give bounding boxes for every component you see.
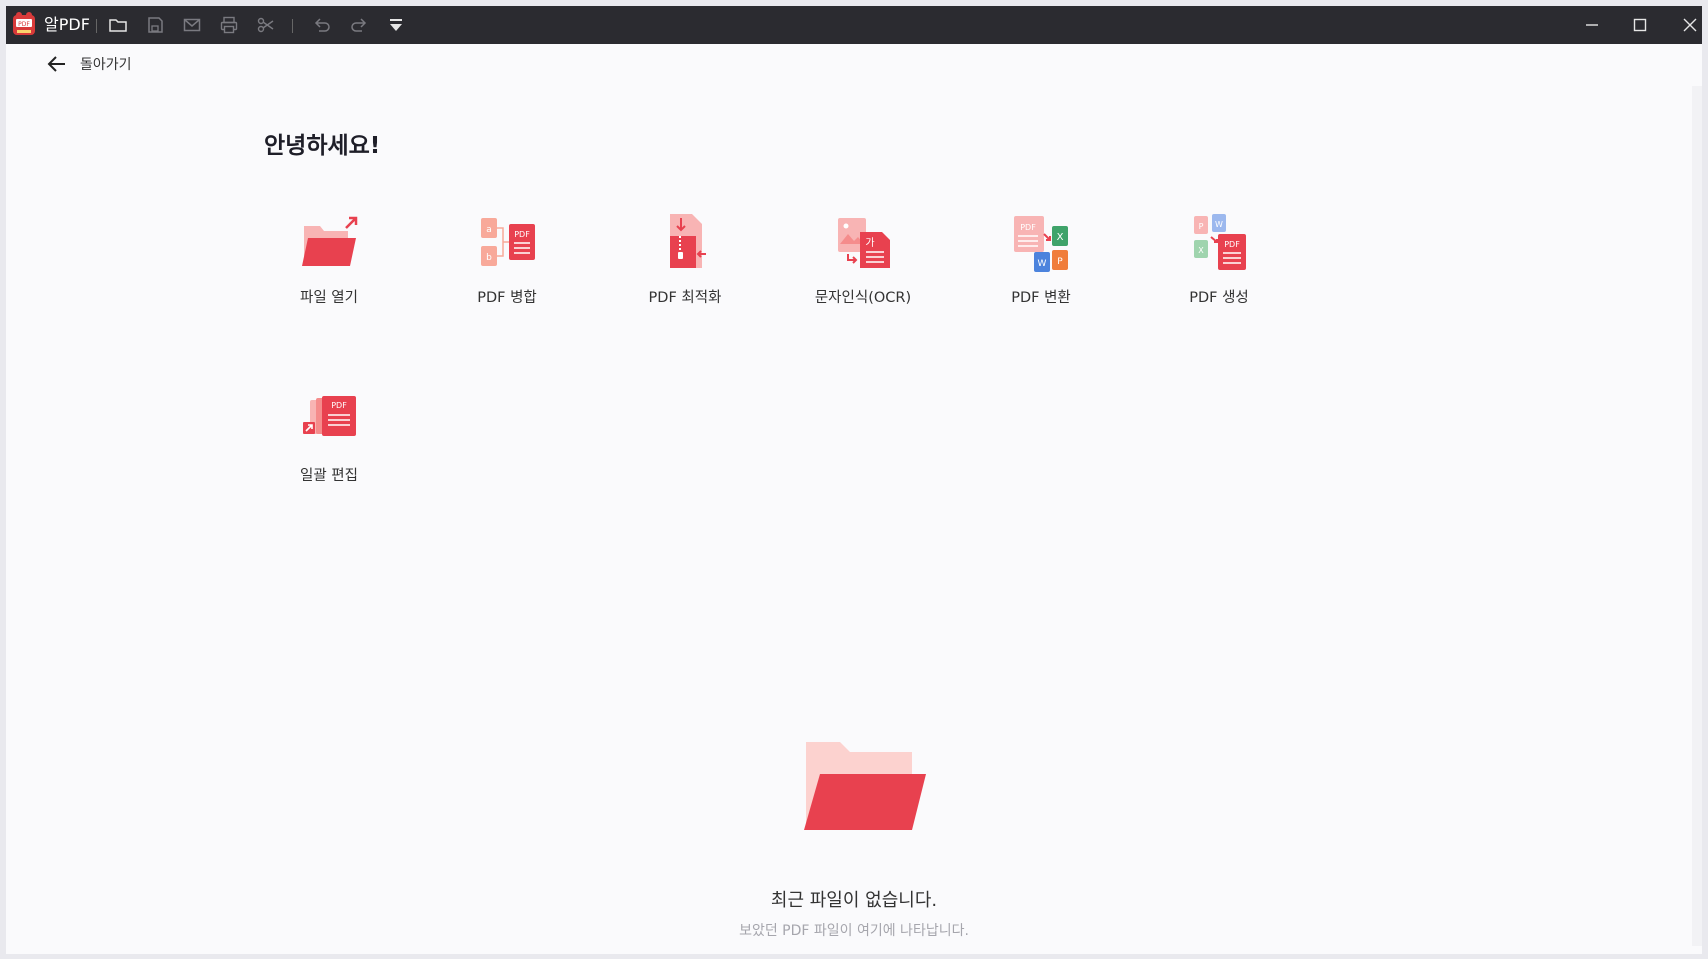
svg-text:a: a xyxy=(486,225,492,235)
svg-text:W: W xyxy=(1215,220,1223,229)
toolbar-separator xyxy=(96,19,97,33)
pdf-merge-icon: a b PDF xyxy=(481,218,535,266)
back-label: 돌아가기 xyxy=(80,57,132,73)
tool-open-file[interactable]: 파일 열기 xyxy=(244,210,414,330)
print-icon[interactable] xyxy=(219,15,239,35)
folder-icon[interactable] xyxy=(108,15,128,35)
redo-icon[interactable] xyxy=(349,15,369,35)
pdf-optimize-icon xyxy=(670,214,706,268)
folder-open-icon xyxy=(302,216,358,266)
tool-label: 파일 열기 xyxy=(300,290,358,306)
app-logo-icon: PDF xyxy=(13,12,35,35)
scrollbar[interactable] xyxy=(1692,86,1702,946)
pdf-create-icon: P W X PDF xyxy=(1194,214,1246,270)
tool-pdf-create[interactable]: P W X PDF PDF 생성 xyxy=(1134,210,1304,330)
svg-text:PDF: PDF xyxy=(331,401,347,410)
tool-label: 일괄 편집 xyxy=(300,468,358,484)
svg-text:W: W xyxy=(1038,259,1047,269)
svg-text:P: P xyxy=(1199,222,1204,231)
scissors-icon[interactable] xyxy=(256,15,276,35)
empty-state-title: 최근 파일이 없습니다. xyxy=(770,890,938,911)
svg-text:PDF: PDF xyxy=(1224,240,1240,249)
back-button[interactable]: 돌아가기 xyxy=(46,52,132,76)
title-bar: PDF 알PDF xyxy=(6,6,1702,44)
app-name: 알PDF xyxy=(44,15,90,34)
svg-text:PDF: PDF xyxy=(514,230,530,239)
tool-label: 문자인식(OCR) xyxy=(814,290,912,306)
pdf-convert-icon: PDF X W P xyxy=(1014,216,1068,272)
tool-label: PDF 병합 xyxy=(477,290,537,306)
tool-label: PDF 생성 xyxy=(1189,290,1249,306)
save-icon[interactable] xyxy=(145,15,165,35)
tool-pdf-convert[interactable]: PDF X W P PDF 변환 xyxy=(956,210,1126,330)
mail-icon[interactable] xyxy=(182,15,202,35)
ocr-icon: 가 xyxy=(838,218,890,268)
svg-text:P: P xyxy=(1057,257,1063,267)
tool-ocr[interactable]: 가 문자인식(OCR) xyxy=(778,210,948,330)
svg-text:b: b xyxy=(486,253,492,263)
empty-folder-icon xyxy=(804,742,926,830)
tool-batch-edit[interactable]: PDF 일괄 편집 xyxy=(244,388,414,508)
app-window: PDF 알PDF 돌아가기 안녕하세요! 파일 열기 a b PDF PDF 병… xyxy=(6,6,1702,954)
svg-text:가: 가 xyxy=(865,237,874,249)
toolbar-separator xyxy=(292,19,293,33)
tool-pdf-optimize[interactable]: PDF 최적화 xyxy=(600,210,770,330)
tool-label: PDF 최적화 xyxy=(648,290,722,306)
page-title: 안녕하세요! xyxy=(264,133,381,159)
minimize-icon[interactable] xyxy=(1570,10,1614,40)
svg-text:PDF: PDF xyxy=(1020,223,1036,232)
empty-state-subtitle: 보았던 PDF 파일이 여기에 나타납니다. xyxy=(739,923,969,939)
batch-edit-icon: PDF xyxy=(303,396,356,436)
tool-pdf-merge[interactable]: a b PDF PDF 병합 xyxy=(422,210,592,330)
maximize-icon[interactable] xyxy=(1618,10,1662,40)
undo-icon[interactable] xyxy=(312,15,332,35)
tool-label: PDF 변환 xyxy=(1011,290,1071,306)
svg-text:PDF: PDF xyxy=(18,21,30,28)
svg-text:X: X xyxy=(1198,246,1204,255)
svg-text:X: X xyxy=(1057,232,1064,243)
dropdown-icon[interactable] xyxy=(386,15,406,35)
arrow-left-icon xyxy=(47,56,65,72)
close-icon[interactable] xyxy=(1668,10,1702,40)
